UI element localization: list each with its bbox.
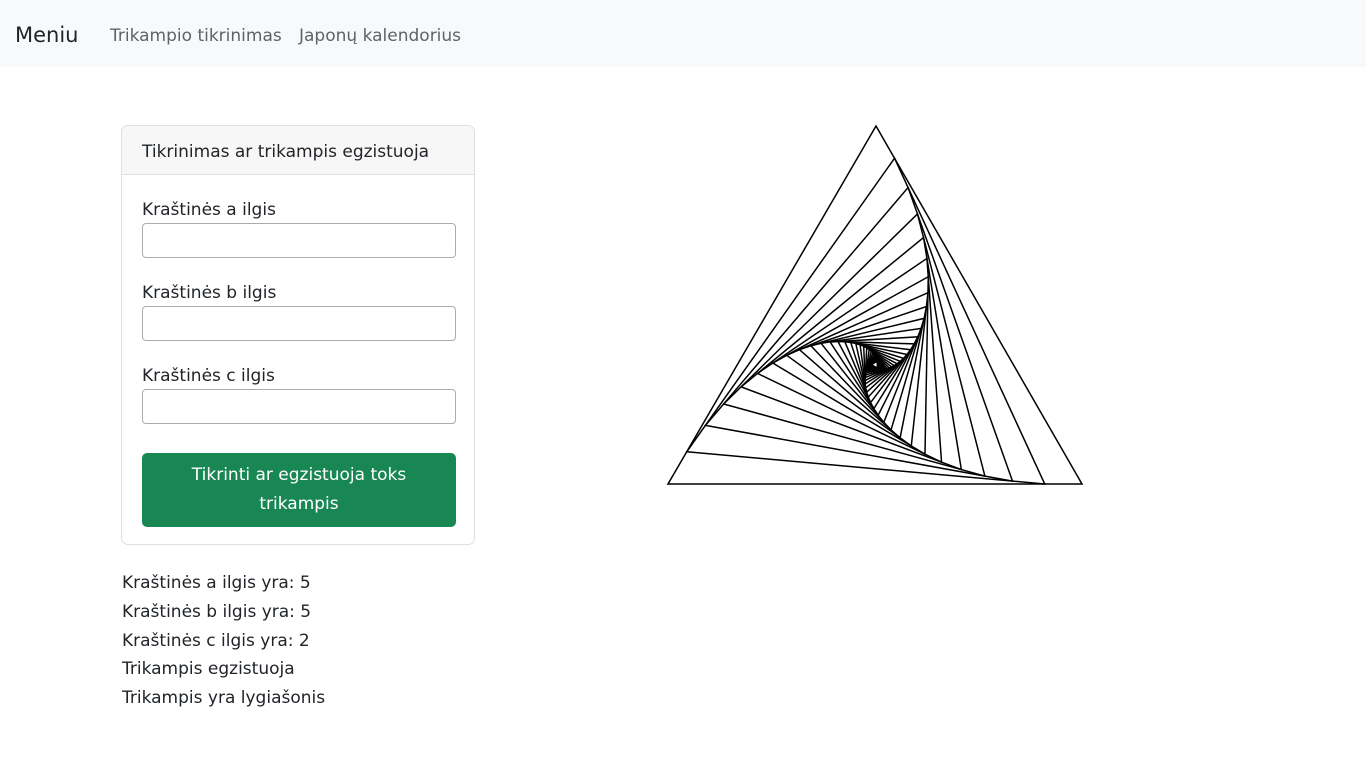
results-list: Kraštinės a ilgis yra: 5 Kraštinės b ilg… <box>122 569 325 713</box>
nav-link-triangle-check[interactable]: Trikampio tikrinimas <box>110 24 282 48</box>
nested-triangle-drawing <box>666 124 1084 485</box>
side-a-label: Kraštinės a ilgis <box>142 200 276 220</box>
side-c-input[interactable] <box>142 389 456 424</box>
brand-link[interactable]: Meniu <box>15 20 79 50</box>
check-triangle-button[interactable]: Tikrinti ar egzistuoja toks trikampis <box>142 453 456 527</box>
result-side-a: Kraštinės a ilgis yra: 5 <box>122 573 311 593</box>
side-c-label: Kraštinės c ilgis <box>142 366 275 386</box>
result-exists: Trikampis egzistuoja <box>122 659 295 680</box>
result-side-c: Kraštinės c ilgis yra: 2 <box>122 630 310 651</box>
side-b-input[interactable] <box>142 306 456 341</box>
side-a-input[interactable] <box>142 223 456 258</box>
nav-link-japanese-calendar[interactable]: Japonų kalendorius <box>299 24 461 48</box>
card-header: Tikrinimas ar trikampis egzistuoja <box>122 126 474 175</box>
nested-triangle-6 <box>756 257 943 464</box>
triangle-check-card: Tikrinimas ar trikampis egzistuoja Krašt… <box>121 125 475 545</box>
navbar: Meniu Trikampio tikrinimas Japonų kalend… <box>0 0 1366 67</box>
side-b-label: Kraštinės b ilgis <box>142 283 277 303</box>
result-type: Trikampis yra lygiašonis <box>122 688 326 709</box>
result-side-b: Kraštinės b ilgis yra: 5 <box>122 601 312 622</box>
card-title: Tikrinimas ar trikampis egzistuoja <box>142 142 430 162</box>
